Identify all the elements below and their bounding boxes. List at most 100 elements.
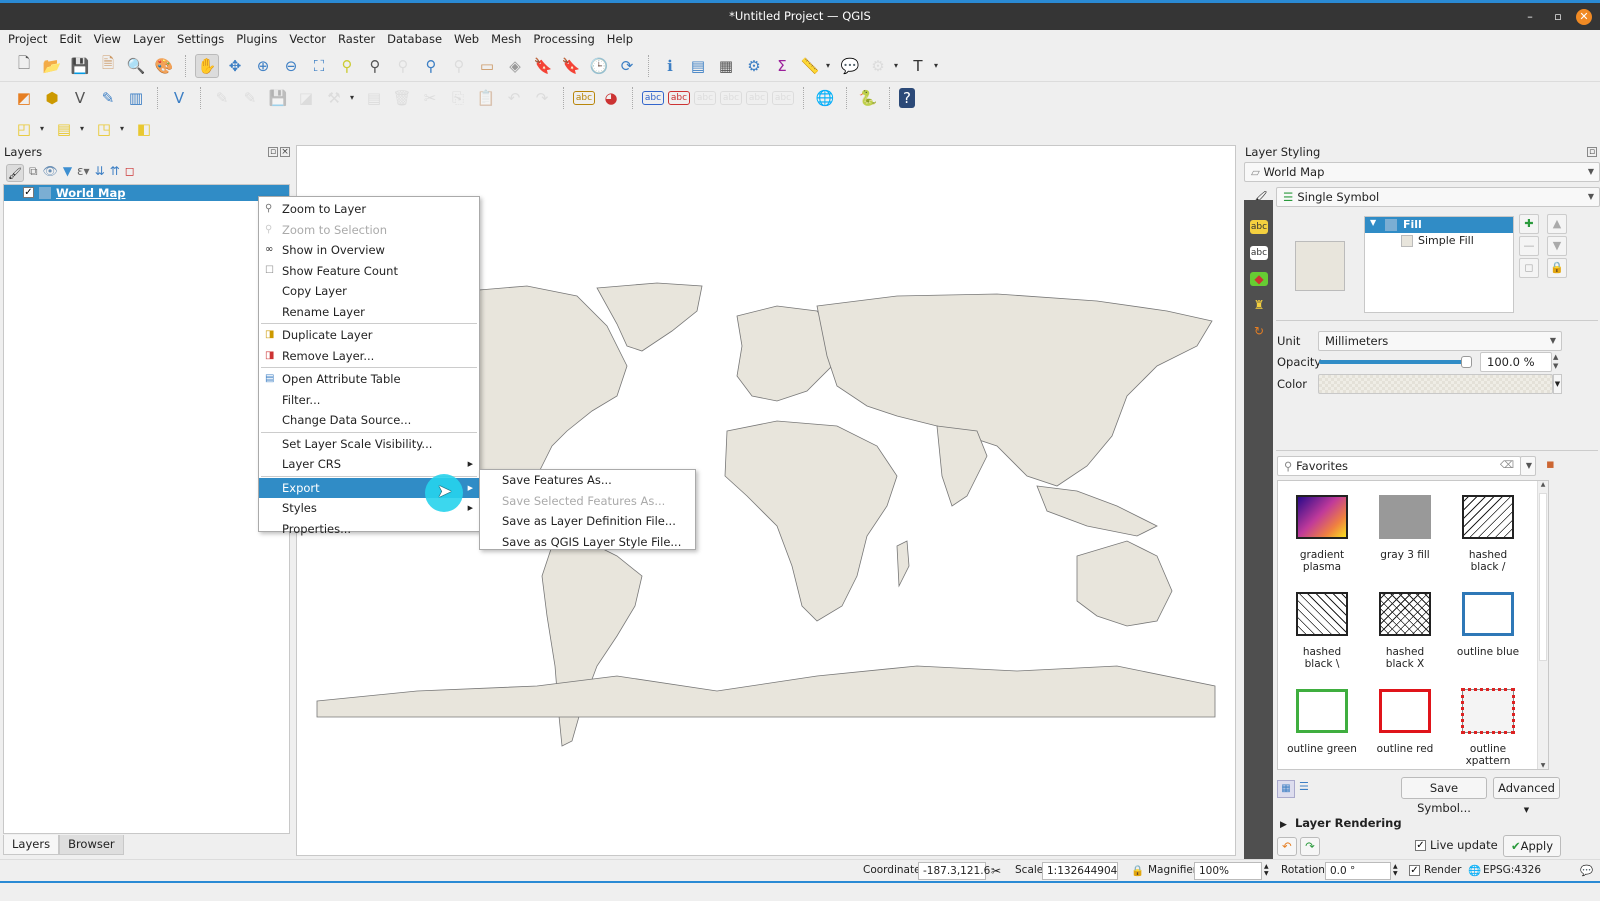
layer-select-combo[interactable]: ▱ World Map ▼ <box>1244 162 1600 182</box>
move-down-button[interactable]: ▼ <box>1547 236 1567 256</box>
3d-view-tab-icon[interactable]: ◆ <box>1250 272 1268 286</box>
new-print-layout-icon[interactable]: 🗎 <box>96 54 120 78</box>
menu-item-copy-layer[interactable]: Copy Layer <box>259 281 479 302</box>
redo-icon[interactable]: ↷ <box>530 86 554 110</box>
menu-item-set-layer-scale-visibility[interactable]: Set Layer Scale Visibility... <box>259 434 479 455</box>
open-field-calculator-icon[interactable]: ▦ <box>714 54 738 78</box>
cut-features-icon[interactable]: ✂ <box>418 86 442 110</box>
crs-globe-icon[interactable]: 🌐 <box>1468 864 1481 877</box>
new-shapefile-layer-icon[interactable]: V <box>68 86 92 110</box>
symbol-item[interactable]: outline green <box>1281 689 1363 755</box>
digitize-icon[interactable]: V <box>167 86 191 110</box>
pan-map-icon[interactable]: ✋ <box>195 53 219 78</box>
layer-rendering-section[interactable]: ▶ Layer Rendering <box>1280 816 1402 830</box>
color-button[interactable] <box>1318 374 1553 394</box>
menu-database[interactable]: Database <box>383 30 450 50</box>
symbol-search-input[interactable]: ⚲ Favorites ⌫ <box>1277 456 1521 476</box>
symbol-tree-simple-fill-row[interactable]: Simple Fill <box>1365 233 1513 249</box>
symbol-item[interactable]: hashed black \ <box>1281 592 1363 670</box>
undo-icon[interactable]: ↶ <box>502 86 526 110</box>
render-checkbox[interactable]: ✓ <box>1409 865 1420 876</box>
menu-item-change-data-source[interactable]: Change Data Source... <box>259 410 479 431</box>
zoom-out-icon[interactable]: ⊖ <box>279 54 303 78</box>
spinbox-arrows-icon[interactable]: ▲ ▼ <box>1393 863 1398 877</box>
add-feature-icon[interactable]: ◪ <box>294 86 318 110</box>
opacity-slider-handle[interactable] <box>1461 356 1472 368</box>
toggle-extents-icon[interactable]: ✂ <box>991 864 1001 878</box>
masks-tab-icon[interactable]: abc <box>1250 246 1268 260</box>
symbol-item[interactable]: hashed black X <box>1364 592 1446 670</box>
remove-symbol-layer-button[interactable]: — <box>1519 236 1539 256</box>
add-group-icon[interactable]: ⧉ <box>29 164 38 182</box>
zoom-native-icon[interactable]: ⚲ <box>391 54 415 78</box>
grid-scrollbar[interactable]: ▲ ▼ <box>1537 481 1548 769</box>
menu-mesh[interactable]: Mesh <box>487 30 529 50</box>
coordinate-field[interactable]: -187.3,121.6 <box>918 862 990 880</box>
chevron-down-icon[interactable]: ▾ <box>120 124 128 133</box>
symbol-tree-fill-row[interactable]: ▼ Fill <box>1365 217 1513 233</box>
select-by-value-icon[interactable]: ▤ <box>52 117 76 141</box>
redo-button[interactable]: ↷ <box>1300 837 1320 856</box>
symbol-item[interactable]: outline blue <box>1447 592 1529 658</box>
submenu-item-save-features-as[interactable]: Save Features As... <box>480 470 695 491</box>
diagrams-tab-icon[interactable]: ♜ <box>1250 298 1268 312</box>
add-symbol-layer-button[interactable]: ✚ <box>1519 214 1539 234</box>
menu-processing[interactable]: Processing <box>529 30 602 50</box>
float-panel-button[interactable]: ▫ <box>1587 147 1597 157</box>
menu-project[interactable]: Project <box>4 30 55 50</box>
opacity-slider[interactable] <box>1319 356 1472 368</box>
menu-item-rename-layer[interactable]: Rename Layer <box>259 302 479 323</box>
select-features-icon[interactable]: ◰ <box>12 117 36 141</box>
toggle-editing-icon[interactable]: ✎ <box>238 86 262 110</box>
spinbox-arrows-icon[interactable]: ▲ ▼ <box>1264 863 1269 877</box>
tab-layers[interactable]: Layers <box>3 835 60 855</box>
menu-item-duplicate-layer[interactable]: ◨ Duplicate Layer <box>259 325 479 346</box>
chevron-down-icon[interactable]: ▾ <box>934 61 942 70</box>
symbol-item[interactable]: outline red <box>1364 689 1446 755</box>
map-tips-icon[interactable]: 💬 <box>838 54 862 78</box>
copy-features-icon[interactable]: ⎘ <box>446 86 470 110</box>
statistical-summary-icon[interactable]: Σ <box>770 54 794 78</box>
new-virtual-layer-icon[interactable]: ▥ <box>124 86 148 110</box>
scroll-down-icon[interactable]: ▼ <box>1538 762 1548 769</box>
menu-settings[interactable]: Settings <box>173 30 232 50</box>
collapse-icon[interactable]: ▼ <box>1370 218 1376 227</box>
duplicate-symbol-layer-button[interactable]: ◻ <box>1519 258 1539 278</box>
layer-visibility-checkbox[interactable]: ✓ <box>23 187 34 198</box>
close-button[interactable]: ✕ <box>1576 9 1592 25</box>
history-tab-icon[interactable]: ↻ <box>1250 324 1268 338</box>
paste-features-icon[interactable]: 📋 <box>474 86 498 110</box>
processing-toolbox-icon[interactable]: ⚙ <box>742 54 766 78</box>
pan-to-selection-icon[interactable]: ✥ <box>223 54 247 78</box>
symbol-item[interactable]: gradient plasma <box>1281 495 1363 573</box>
pin-labels-icon[interactable]: abc <box>642 90 664 105</box>
unit-combo[interactable]: Millimeters ▼ <box>1318 331 1562 351</box>
new-3d-view-icon[interactable]: ◈ <box>503 54 527 78</box>
style-manager-icon[interactable]: 🎨 <box>152 54 176 78</box>
chevron-down-icon[interactable]: ▾ <box>350 93 358 102</box>
menu-item-remove-layer[interactable]: ◨ Remove Layer... <box>259 346 479 367</box>
menu-item-show-feature-count[interactable]: ☐ Show Feature Count <box>259 261 479 282</box>
rotate-label-icon[interactable]: abc <box>720 90 742 105</box>
spinbox-arrows-icon[interactable]: ▲ ▼ <box>1553 353 1558 371</box>
menu-item-show-in-overview[interactable]: ∞ Show in Overview <box>259 240 479 261</box>
menu-item-zoom-to-layer[interactable]: ⚲ Zoom to Layer <box>259 199 479 220</box>
tab-browser[interactable]: Browser <box>59 835 124 855</box>
apply-button[interactable]: ✔Apply <box>1503 835 1561 857</box>
menu-edit[interactable]: Edit <box>55 30 89 50</box>
collapse-all-icon[interactable]: ⇈ <box>110 164 120 182</box>
lock-scale-icon[interactable]: 🔒 <box>1131 864 1144 877</box>
submenu-item-save-as-layer-definition-file[interactable]: Save as Layer Definition File... <box>480 511 695 532</box>
change-label-icon[interactable]: abc <box>746 90 768 105</box>
expand-all-icon[interactable]: ⇊ <box>95 164 105 182</box>
submenu-item-save-as-qgis-layer-style-file[interactable]: Save as QGIS Layer Style File... <box>480 532 695 553</box>
layer-labeling-icon[interactable]: abc <box>573 90 595 105</box>
menu-vector[interactable]: Vector <box>285 30 334 50</box>
label-properties-icon[interactable]: abc <box>772 90 794 105</box>
manage-map-themes-icon[interactable]: 👁 <box>43 164 58 182</box>
temporal-controller-icon[interactable]: 🕒 <box>587 54 611 78</box>
scrollbar-thumb[interactable] <box>1539 493 1547 661</box>
select-by-location-icon[interactable]: ◧ <box>132 117 156 141</box>
magnifier-field[interactable]: 100% <box>1194 862 1262 880</box>
scale-combo[interactable]: 1:132644904▼ <box>1042 862 1118 891</box>
